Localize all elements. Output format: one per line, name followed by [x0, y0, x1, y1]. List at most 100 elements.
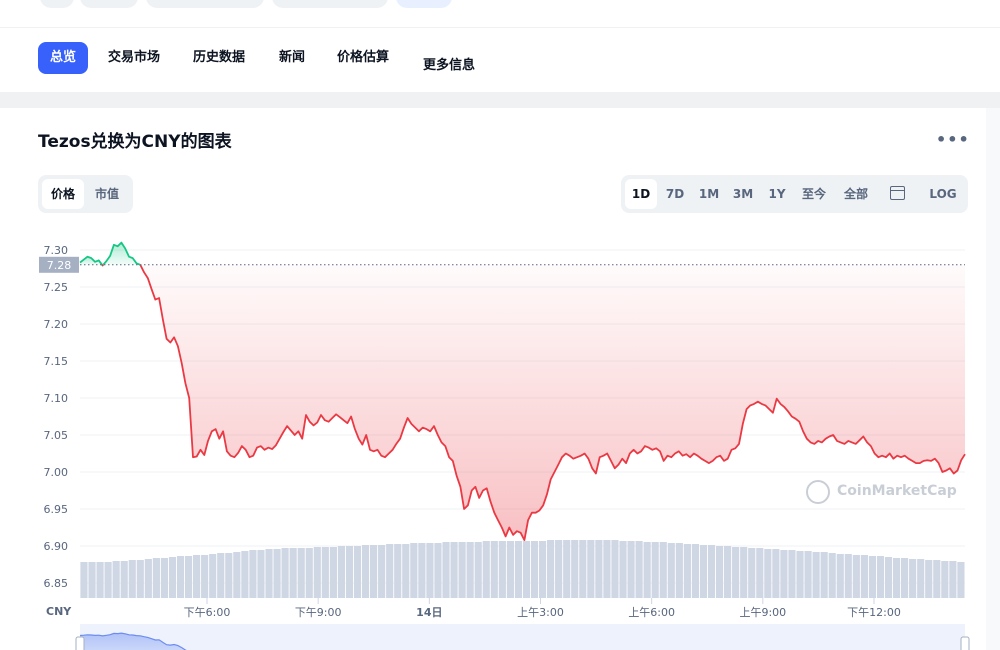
volume-bar [892, 558, 901, 598]
y-axis: 7.30 7.25 7.20 7.15 7.10 7.05 7.00 6.95 6.90 6.85 [44, 244, 69, 590]
navigator-selection [80, 624, 965, 650]
volume-bar [876, 556, 885, 598]
x-tick-label: 14日 [416, 606, 442, 619]
volume-bar [909, 559, 917, 598]
volume-bar [337, 546, 345, 598]
volume-bar [201, 555, 209, 598]
volume-bar [683, 544, 691, 598]
price-line-down [101, 264, 104, 267]
volume-bar [321, 547, 329, 598]
y-tick-label: 7.30 [44, 244, 69, 257]
volume-bar [120, 561, 128, 598]
volume-bar [860, 555, 868, 598]
volume-bar [225, 553, 233, 598]
volume-bar [80, 562, 88, 598]
volume-bar [273, 549, 281, 598]
volume-bar [418, 543, 426, 598]
y-tick-label: 6.95 [44, 503, 69, 516]
volume-bar [748, 548, 756, 598]
volume-bar [490, 541, 498, 598]
y-tick-label: 7.25 [44, 281, 69, 294]
volume-bar [394, 544, 402, 598]
volume-bar [804, 551, 812, 598]
y-tick-label: 7.05 [44, 429, 69, 442]
volume-bar [651, 542, 659, 598]
volume-bar [184, 556, 193, 598]
volume-bar [836, 554, 844, 598]
y-tick-label: 7.00 [44, 466, 69, 479]
volume-bar [217, 553, 225, 598]
volume-bar [96, 562, 104, 598]
volume-bar [756, 548, 764, 598]
volume-bar [104, 562, 112, 598]
volume-bar [724, 546, 732, 598]
volume-bar [611, 540, 619, 598]
volume-bar [506, 541, 514, 598]
x-tick-label: 上午6:00 [628, 606, 675, 619]
volume-bar [957, 562, 965, 598]
volume-bar [707, 545, 716, 598]
volume-bar [442, 542, 450, 598]
volume-bar [844, 554, 852, 598]
volume-bar [941, 561, 949, 598]
volume-bar [715, 546, 724, 598]
volume-bar [434, 543, 442, 598]
volume-bar [410, 543, 418, 598]
volume-bar [627, 541, 635, 598]
volume-bar [852, 555, 860, 598]
volume-bar [249, 550, 257, 598]
volume-bar [466, 542, 474, 598]
volume-bar [780, 550, 788, 598]
x-tick-label: 上午3:00 [517, 606, 564, 619]
volume-bar [313, 547, 321, 598]
volume-bar [241, 551, 249, 598]
volume-bar [426, 543, 434, 598]
volume-bar [152, 558, 160, 598]
volume-bar [514, 541, 522, 598]
volume-bar [128, 560, 136, 598]
x-tick-label: 上午9:00 [739, 606, 786, 619]
volume-bar [595, 540, 603, 598]
volume-bar [691, 544, 699, 598]
volume-bar [547, 540, 555, 598]
volume-bar [538, 541, 547, 598]
volume-bar [917, 559, 925, 598]
volume-bar [868, 556, 876, 598]
volume-bar [136, 560, 144, 598]
volume-bar [257, 550, 265, 598]
volume-bar [619, 541, 627, 598]
y-tick-label: 7.15 [44, 355, 69, 368]
volume-bar [635, 541, 643, 598]
x-tick-label: 下午6:00 [184, 606, 231, 619]
volume-bar [353, 546, 362, 598]
y-tick-label: 6.90 [44, 540, 69, 553]
volume-bar [386, 544, 394, 598]
volume-bars [80, 540, 965, 598]
volume-bar [450, 542, 458, 598]
volume-bar [361, 545, 370, 598]
volume-bar [474, 542, 482, 598]
volume-bar [265, 549, 273, 598]
currency-label: CNY [46, 605, 72, 618]
volume-bar [289, 548, 297, 598]
volume-bar [933, 560, 941, 598]
volume-bar [764, 549, 772, 598]
volume-bar [305, 548, 313, 598]
price-chart: 7.28 7.30 7.25 7.20 7.15 7.10 7.05 7.00 6.95 6.9… [39, 241, 970, 650]
volume-bar [209, 554, 217, 598]
price-area [80, 242, 966, 541]
volume-bar [168, 557, 177, 598]
volume-bar [820, 552, 828, 598]
x-axis: CNY 下午6:00 下午9:00 14日 上午3:00 上午6:00 上午9:00 下午12… [46, 598, 901, 619]
volume-bar [796, 551, 804, 598]
volume-bar [458, 542, 466, 598]
volume-bar [402, 544, 410, 598]
volume-bar [949, 561, 957, 598]
volume-bar [675, 543, 683, 598]
volume-bar [555, 540, 563, 598]
volume-bar [370, 545, 378, 598]
volume-bar [112, 561, 120, 598]
volume-bar [498, 541, 506, 598]
volume-bar [699, 545, 708, 598]
range-navigator[interactable] [75, 624, 970, 650]
